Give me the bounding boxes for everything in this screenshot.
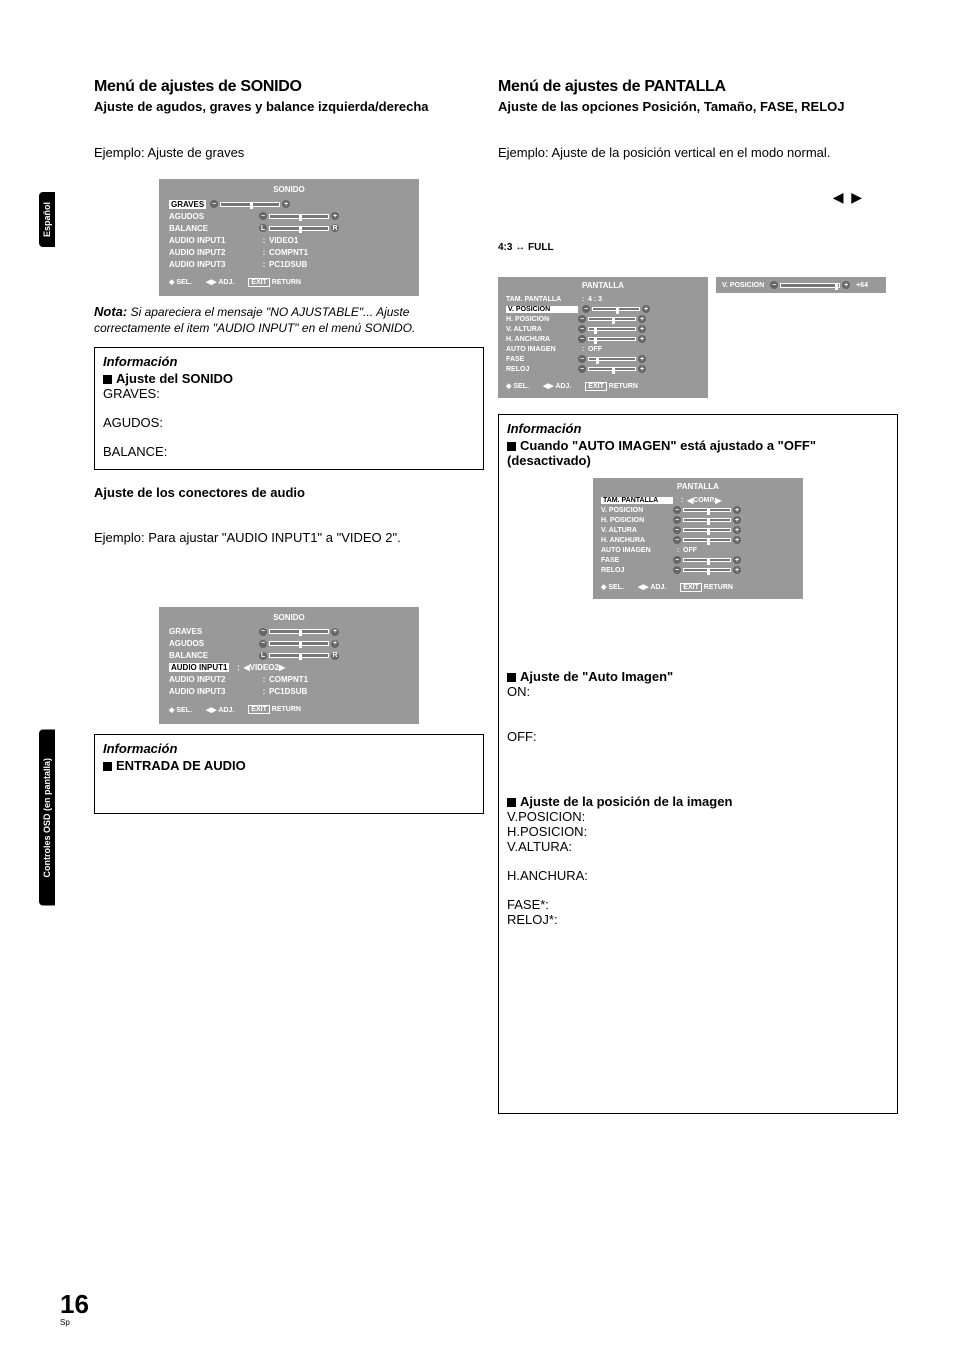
left-example-2: Ejemplo: Para ajustar "AUDIO INPUT1" a "… (94, 529, 484, 547)
info-row: BALANCE: (103, 444, 475, 459)
left-subtitle: Ajuste de agudos, graves y balance izqui… (94, 98, 484, 116)
info-title: Información (103, 741, 475, 756)
info-sub: Ajuste del SONIDO (103, 371, 475, 386)
arrow-icons: ◀ ▶ (498, 189, 862, 206)
page-number: 16 Sp (60, 1289, 89, 1327)
square-icon (507, 798, 516, 807)
left-example-1: Ejemplo: Ajuste de graves (94, 144, 484, 162)
pos-row: V.POSICION: (507, 809, 889, 824)
square-icon (103, 375, 112, 384)
osd-vposicion: V. POSICION −+ +64 (716, 277, 886, 293)
pos-row: FASE*: (507, 897, 889, 912)
note-text: Si apareciera el mensaje "NO AJUSTABLE".… (94, 305, 415, 335)
info-sub: ENTRADA DE AUDIO (103, 758, 475, 773)
left-title: Menú de ajustes de SONIDO (94, 78, 484, 96)
left-column: Menú de ajustes de SONIDO Ajuste de agud… (94, 78, 484, 814)
osd-value: +64 (856, 282, 868, 289)
mode-line: 4:3 ↔ FULL (498, 242, 898, 253)
info-title: Información (103, 354, 475, 369)
info-title: Información (507, 421, 889, 436)
osd-dual: PANTALLATAM. PANTALLA:4 : 3V. POSICION−+… (498, 277, 898, 398)
auto-imagen-title: Ajuste de "Auto Imagen" (520, 669, 673, 684)
pos-row: RELOJ*: (507, 912, 889, 927)
pos-row: V.ALTURA: (507, 839, 889, 854)
osd-sonido-2: SONIDOGRAVES−+AGUDOS−+BALANCELRAUDIO INP… (159, 607, 419, 724)
note: Nota: Si apareciera el mensaje "NO AJUST… (94, 304, 484, 336)
square-icon (103, 762, 112, 771)
info-row: AGUDOS: (103, 415, 475, 430)
note-label: Nota: (94, 304, 127, 319)
osd-label: V. POSICION (722, 282, 764, 289)
info-sonido-box: Información Ajuste del SONIDO GRAVES: AG… (94, 347, 484, 470)
auto-on: ON: (507, 684, 889, 699)
info-row: GRAVES: (103, 386, 475, 401)
right-title: Menú de ajustes de PANTALLA (498, 78, 898, 96)
side-tab-section: Controles OSD (en pantalla) (39, 730, 55, 906)
info-entrada-audio-box: Información ENTRADA DE AUDIO (94, 734, 484, 814)
side-tab-language: Español (39, 192, 55, 247)
info-pantalla-box: Información Cuando "AUTO IMAGEN" está aj… (498, 414, 898, 1114)
square-icon (507, 442, 516, 451)
auto-off: OFF: (507, 729, 889, 744)
right-column: Menú de ajustes de PANTALLA Ajuste de la… (498, 78, 898, 1114)
square-icon (507, 673, 516, 682)
info-sub: Cuando "AUTO IMAGEN" está ajustado a "OF… (507, 438, 889, 468)
connectors-title: Ajuste de los conectores de audio (94, 484, 484, 502)
right-subtitle: Ajuste de las opciones Posición, Tamaño,… (498, 98, 898, 116)
pos-row: H.POSICION: (507, 824, 889, 839)
osd-sonido-1: SONIDOGRAVES−+AGUDOS−+BALANCELRAUDIO INP… (159, 179, 419, 296)
right-example: Ejemplo: Ajuste de la posición vertical … (498, 144, 898, 162)
osd-pantalla-2: PANTALLATAM. PANTALLA:◀ COMP. ▶V. POSICI… (593, 478, 803, 599)
pos-row: H.ANCHURA: (507, 868, 889, 883)
osd-pantalla-1: PANTALLATAM. PANTALLA:4 : 3V. POSICION−+… (498, 277, 708, 398)
pos-title: Ajuste de la posición de la imagen (520, 794, 732, 809)
